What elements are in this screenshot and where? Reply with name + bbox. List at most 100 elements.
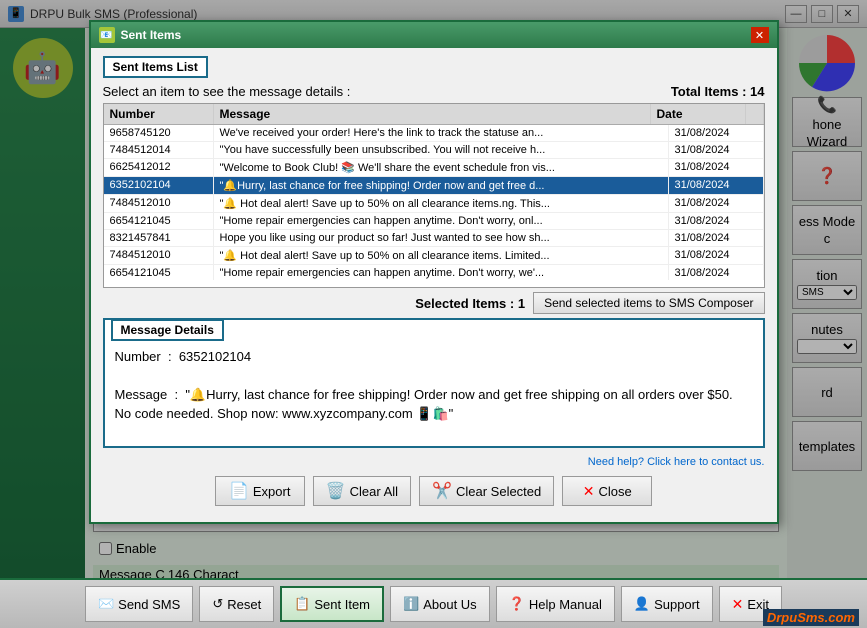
clear-all-label: Clear All	[350, 484, 398, 499]
export-icon: 📄	[229, 481, 249, 501]
th-message: Message	[214, 104, 651, 124]
td-number: 7484512010	[104, 195, 214, 212]
select-hint: Select an item to see the message detail…	[103, 84, 351, 99]
table-body: 9658745120 We've received your order! He…	[104, 125, 764, 280]
sent-item-button[interactable]: 📋 Sent Item	[280, 586, 384, 622]
td-date: 31/08/2024	[669, 230, 764, 246]
td-date: 31/08/2024	[669, 142, 764, 158]
export-button[interactable]: 📄 Export	[215, 476, 305, 506]
message-details-content: Number : 6352102104 Message : "🔔Hurry, l…	[105, 341, 763, 446]
reset-label: Reset	[227, 597, 261, 612]
message-details-label: Message Details	[111, 319, 224, 341]
td-number: 9658745120	[104, 125, 214, 141]
drpu-badge: DrpuSms.com	[763, 609, 859, 626]
td-date: 31/08/2024	[669, 247, 764, 264]
td-number: 8321457841	[104, 230, 214, 246]
table-row[interactable]: 9658745120 We've received your order! He…	[104, 125, 764, 142]
td-number: 7484512010	[104, 247, 214, 264]
detail-date-value: 31/08/2024	[167, 444, 232, 447]
about-us-icon: ℹ️	[403, 596, 419, 612]
help-manual-button[interactable]: ❓ Help Manual	[496, 586, 615, 622]
td-number: 6654121045	[104, 265, 214, 280]
help-manual-icon: ❓	[509, 596, 525, 612]
support-button[interactable]: 👤 Support	[621, 586, 713, 622]
modal-title: Sent Items	[121, 28, 751, 42]
table-row-selected[interactable]: 6352102104 "🔔Hurry, last chance for free…	[104, 177, 764, 195]
clear-selected-button[interactable]: ✂️ Clear Selected	[419, 476, 554, 506]
close-label: Close	[599, 484, 632, 499]
selected-count: Selected Items : 1	[103, 296, 526, 311]
td-number: 6654121045	[104, 213, 214, 229]
modal-footer: 📄 Export 🗑️ Clear All ✂️ Clear Selected …	[103, 470, 765, 514]
clear-all-icon: 🗑️	[326, 481, 346, 501]
selected-items-row: Selected Items : 1 Send selected items t…	[103, 292, 765, 314]
td-date: 31/08/2024	[669, 265, 764, 280]
td-date: 31/08/2024	[669, 213, 764, 229]
sent-items-modal: 📧 Sent Items ✕ Sent Items List Select an…	[89, 20, 779, 524]
detail-message-row: Message : "🔔Hurry, last chance for free …	[115, 385, 753, 424]
td-message: "🔔Hurry, last chance for free shipping! …	[214, 177, 669, 194]
message-details-box: Message Details Number : 6352102104 Mess…	[103, 318, 765, 448]
td-date: 31/08/2024	[669, 125, 764, 141]
export-label: Export	[253, 484, 291, 499]
help-manual-label: Help Manual	[529, 597, 602, 612]
td-message: "You have successfully been unsubscribed…	[214, 142, 669, 158]
table-row[interactable]: 7484512010 "🔔 Hot deal alert! Save up to…	[104, 247, 764, 265]
support-icon: 👤	[634, 596, 650, 612]
send-sms-button[interactable]: ✉️ Send SMS	[85, 586, 193, 622]
close-button[interactable]: ✕ Close	[562, 476, 652, 506]
bottom-bar: ✉️ Send SMS ↺ Reset 📋 Sent Item ℹ️ About…	[0, 578, 867, 628]
table-row[interactable]: 7484512010 "🔔 Hot deal alert! Save up to…	[104, 195, 764, 213]
td-message: "🔔 Hot deal alert! Save up to 50% on all…	[214, 247, 669, 264]
clear-selected-label: Clear Selected	[456, 484, 541, 499]
drpu-badge-text: DrpuSms.com	[767, 610, 855, 625]
detail-number-row: Number : 6352102104	[115, 347, 753, 367]
table-row[interactable]: 6654121045 "Home repair emergencies can …	[104, 265, 764, 280]
td-date: 31/08/2024	[669, 159, 764, 176]
sent-item-label: Sent Item	[314, 597, 370, 612]
td-number: 6625412012	[104, 159, 214, 176]
table-row[interactable]: 6654121045 "Home repair emergencies can …	[104, 213, 764, 230]
total-items-label: Total Items : 14	[671, 84, 765, 99]
reset-button[interactable]: ↺ Reset	[199, 586, 274, 622]
table-row[interactable]: 8321457841 Hope you like using our produ…	[104, 230, 764, 247]
send-selected-button[interactable]: Send selected items to SMS Composer	[533, 292, 764, 314]
detail-number-value: 6352102104	[179, 349, 251, 364]
table-header: Number Message Date	[104, 104, 764, 125]
modal-body: Sent Items List Select an item to see th…	[91, 48, 777, 522]
modal-titlebar: 📧 Sent Items ✕	[91, 22, 777, 48]
select-hint-row: Select an item to see the message detail…	[103, 84, 765, 99]
sent-item-icon: 📋	[294, 596, 310, 612]
detail-message-value: "🔔Hurry, last chance for free shipping! …	[115, 387, 733, 422]
td-message: "🔔 Hot deal alert! Save up to 50% on all…	[214, 195, 669, 212]
table-row[interactable]: 7484512014 "You have successfully been u…	[104, 142, 764, 159]
clear-selected-icon: ✂️	[432, 481, 452, 501]
reset-icon: ↺	[212, 596, 223, 612]
about-us-button[interactable]: ℹ️ About Us	[390, 586, 490, 622]
td-number: 7484512014	[104, 142, 214, 158]
about-us-label: About Us	[423, 597, 476, 612]
sent-items-list-label: Sent Items List	[103, 56, 208, 78]
clear-all-button[interactable]: 🗑️ Clear All	[313, 476, 411, 506]
modal-title-icon: 📧	[99, 27, 115, 43]
table-row[interactable]: 6625412012 "Welcome to Book Club! 📚 We'l…	[104, 159, 764, 177]
th-scroll	[746, 104, 764, 124]
td-message: "Home repair emergencies can happen anyt…	[214, 265, 669, 280]
th-number: Number	[104, 104, 214, 124]
td-date: 31/08/2024	[669, 195, 764, 212]
td-date: 31/08/2024	[669, 177, 764, 194]
exit-icon: ✕	[732, 596, 744, 613]
detail-date-label: Date	[115, 444, 142, 447]
send-sms-icon: ✉️	[98, 596, 114, 612]
td-message: "Welcome to Book Club! 📚 We'll share the…	[214, 159, 669, 176]
detail-date-row: Date : 31/08/2024	[115, 442, 753, 447]
th-date: Date	[651, 104, 746, 124]
help-link[interactable]: Need help? Click here to contact us.	[103, 454, 765, 470]
td-number: 6352102104	[104, 177, 214, 194]
detail-message-label: Message	[115, 387, 168, 402]
td-message: We've received your order! Here's the li…	[214, 125, 669, 141]
close-icon: ✕	[583, 483, 595, 500]
support-label: Support	[654, 597, 700, 612]
modal-close-button[interactable]: ✕	[751, 27, 769, 43]
table-container: Number Message Date 9658745120 We've rec…	[103, 103, 765, 288]
